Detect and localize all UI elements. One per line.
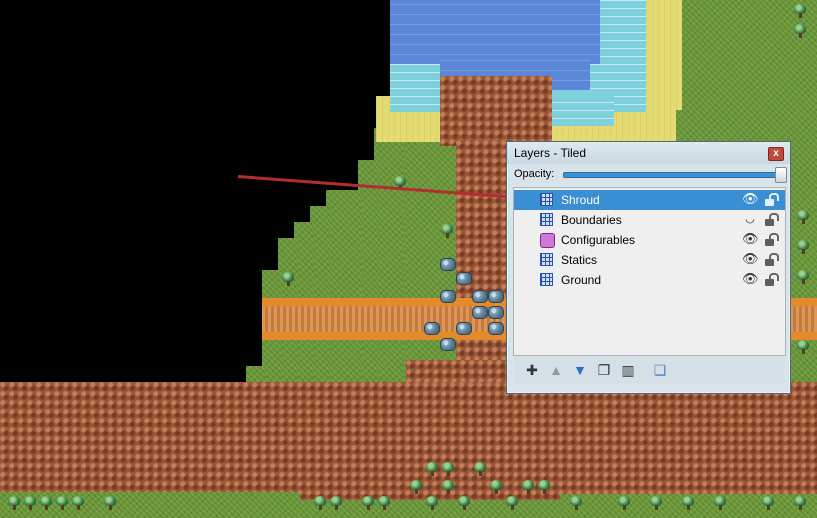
tree bbox=[426, 496, 438, 510]
sand-terrain bbox=[646, 0, 682, 110]
new-layer-icon[interactable]: ✚ bbox=[523, 361, 541, 379]
tree bbox=[490, 480, 502, 494]
eye-visible-icon[interactable]: 👁 bbox=[742, 192, 759, 205]
tree bbox=[330, 496, 342, 510]
tree bbox=[797, 210, 809, 224]
grass-terrain bbox=[326, 190, 362, 398]
opacity-slider-thumb[interactable] bbox=[775, 167, 787, 183]
layer-name: Statics bbox=[561, 253, 598, 267]
tree bbox=[72, 496, 84, 510]
move-down-icon[interactable]: ▼ bbox=[571, 361, 589, 379]
layer-row-shroud[interactable]: Shroud 👁 bbox=[514, 190, 785, 210]
layer-toolbar: ✚ ▲ ▼ ❐ ▥ ❏ bbox=[513, 356, 784, 384]
tile-layer-icon bbox=[540, 253, 553, 266]
layer-name: Configurables bbox=[561, 233, 636, 247]
tree bbox=[441, 224, 453, 238]
eye-hidden-icon[interactable]: ◡ bbox=[742, 213, 758, 225]
eye-visible-icon[interactable]: 👁 bbox=[742, 232, 759, 245]
object-layer-icon bbox=[540, 233, 555, 248]
layer-name: Ground bbox=[561, 273, 602, 287]
dirt-path bbox=[440, 76, 552, 146]
layer-name: Shroud bbox=[561, 193, 600, 207]
boulder bbox=[440, 290, 456, 303]
layers-panel[interactable]: Layers - Tiled x Opacity: Shroud 👁 Bound… bbox=[506, 141, 791, 394]
unlock-icon[interactable] bbox=[765, 213, 779, 226]
tree bbox=[682, 496, 694, 510]
tile-layer-icon bbox=[540, 213, 553, 226]
tree bbox=[442, 462, 454, 476]
tree bbox=[24, 496, 36, 510]
unlock-icon[interactable] bbox=[765, 273, 779, 286]
tree bbox=[797, 340, 809, 354]
boulder bbox=[456, 272, 472, 285]
tree bbox=[442, 480, 454, 494]
tree bbox=[618, 496, 630, 510]
tree bbox=[570, 496, 582, 510]
tree bbox=[474, 462, 486, 476]
panel-titlebar[interactable]: Layers - Tiled x bbox=[507, 142, 790, 164]
tree bbox=[378, 496, 390, 510]
layer-list[interactable]: Shroud 👁 Boundaries ◡ Configurables 👁 St… bbox=[513, 187, 786, 356]
tree bbox=[40, 496, 52, 510]
tree bbox=[794, 24, 806, 38]
tree bbox=[362, 496, 374, 510]
move-up-icon[interactable]: ▲ bbox=[547, 361, 565, 379]
tree bbox=[714, 496, 726, 510]
deep-water bbox=[390, 0, 600, 64]
tree bbox=[794, 496, 806, 510]
boulder bbox=[472, 306, 488, 319]
tree bbox=[104, 496, 116, 510]
unlock-icon[interactable] bbox=[765, 193, 779, 206]
boulder bbox=[456, 322, 472, 335]
unlock-icon[interactable] bbox=[765, 233, 779, 246]
eye-visible-icon[interactable]: 👁 bbox=[742, 252, 759, 265]
opacity-slider[interactable] bbox=[563, 172, 781, 178]
shallow-water bbox=[550, 96, 614, 126]
boulder bbox=[472, 290, 488, 303]
layer-row-ground[interactable]: Ground 👁 bbox=[514, 270, 785, 290]
tree bbox=[797, 240, 809, 254]
unlock-icon[interactable] bbox=[765, 253, 779, 266]
layer-name: Boundaries bbox=[561, 213, 622, 227]
tree bbox=[314, 496, 326, 510]
boulder bbox=[488, 290, 504, 303]
duplicate-icon[interactable]: ❐ bbox=[595, 361, 613, 379]
tree bbox=[762, 496, 774, 510]
tree bbox=[506, 496, 518, 510]
tile-layer-icon bbox=[540, 273, 553, 286]
boulder bbox=[424, 322, 440, 335]
tree bbox=[282, 272, 294, 286]
tree bbox=[650, 496, 662, 510]
delete-icon[interactable]: ▥ bbox=[619, 361, 637, 379]
tree bbox=[8, 496, 20, 510]
boulder bbox=[488, 322, 504, 335]
tree bbox=[458, 496, 470, 510]
panel-title: Layers - Tiled bbox=[514, 146, 587, 160]
tree bbox=[410, 480, 422, 494]
tree bbox=[426, 462, 438, 476]
boulder bbox=[440, 258, 456, 271]
tree bbox=[522, 480, 534, 494]
eye-visible-icon[interactable]: 👁 bbox=[742, 272, 759, 285]
layer-row-configurables[interactable]: Configurables 👁 bbox=[514, 230, 785, 250]
layer-row-statics[interactable]: Statics 👁 bbox=[514, 250, 785, 270]
tree bbox=[538, 480, 550, 494]
tree bbox=[794, 4, 806, 18]
tree bbox=[56, 496, 68, 510]
opacity-row: Opacity: bbox=[513, 167, 787, 183]
opacity-label: Opacity: bbox=[514, 168, 555, 180]
layer-row-boundaries[interactable]: Boundaries ◡ bbox=[514, 210, 785, 230]
tree bbox=[797, 270, 809, 284]
boulder bbox=[440, 338, 456, 351]
grass-terrain bbox=[374, 128, 404, 398]
boulder bbox=[488, 306, 504, 319]
tile-layer-icon bbox=[540, 193, 553, 206]
close-button[interactable]: x bbox=[768, 147, 784, 161]
show-others-icon[interactable]: ❏ bbox=[651, 361, 669, 379]
